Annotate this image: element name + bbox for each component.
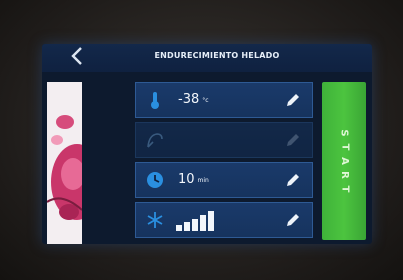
- start-label-letter: A: [339, 157, 350, 165]
- temperature-row[interactable]: -38 °c: [135, 82, 313, 118]
- pencil-icon[interactable]: [284, 131, 302, 149]
- dessert-photo: [47, 82, 82, 244]
- chevron-left-icon: [71, 47, 82, 65]
- pencil-icon[interactable]: [284, 171, 302, 189]
- fan-level-bars: [176, 211, 214, 231]
- pencil-icon[interactable]: [284, 211, 302, 229]
- temperature-number: -38: [178, 92, 200, 107]
- settings-list: -38 °c 10 min: [135, 82, 313, 240]
- core-probe-icon: [147, 133, 163, 148]
- touch-screen: ENDURECIMIENTO HELADO -38 °c 10 min S T …: [42, 44, 372, 244]
- back-button[interactable]: [64, 46, 90, 70]
- time-number: 10: [178, 172, 195, 187]
- time-value: 10 min: [178, 172, 209, 189]
- program-image: [47, 82, 82, 244]
- start-label-letter: S: [338, 129, 350, 137]
- start-button[interactable]: START: [322, 82, 366, 240]
- start-label-letter: T: [338, 143, 350, 151]
- clock-icon: [147, 172, 163, 188]
- temperature-unit: °c: [202, 97, 209, 104]
- fan-row[interactable]: [135, 202, 313, 238]
- thermometer-icon: [151, 92, 159, 109]
- start-label-letter: T: [338, 185, 350, 193]
- probe-row[interactable]: [135, 122, 313, 158]
- start-label-letter: R: [338, 171, 350, 179]
- header-bar: ENDURECIMIENTO HELADO: [42, 44, 372, 72]
- time-unit: min: [197, 177, 209, 184]
- start-button-label: START: [322, 82, 366, 240]
- temperature-value: -38 °c: [178, 92, 209, 109]
- page-title: ENDURECIMIENTO HELADO: [154, 51, 280, 60]
- fan-snowflake-icon: [147, 212, 163, 228]
- pencil-icon[interactable]: [284, 91, 302, 109]
- time-row[interactable]: 10 min: [135, 162, 313, 198]
